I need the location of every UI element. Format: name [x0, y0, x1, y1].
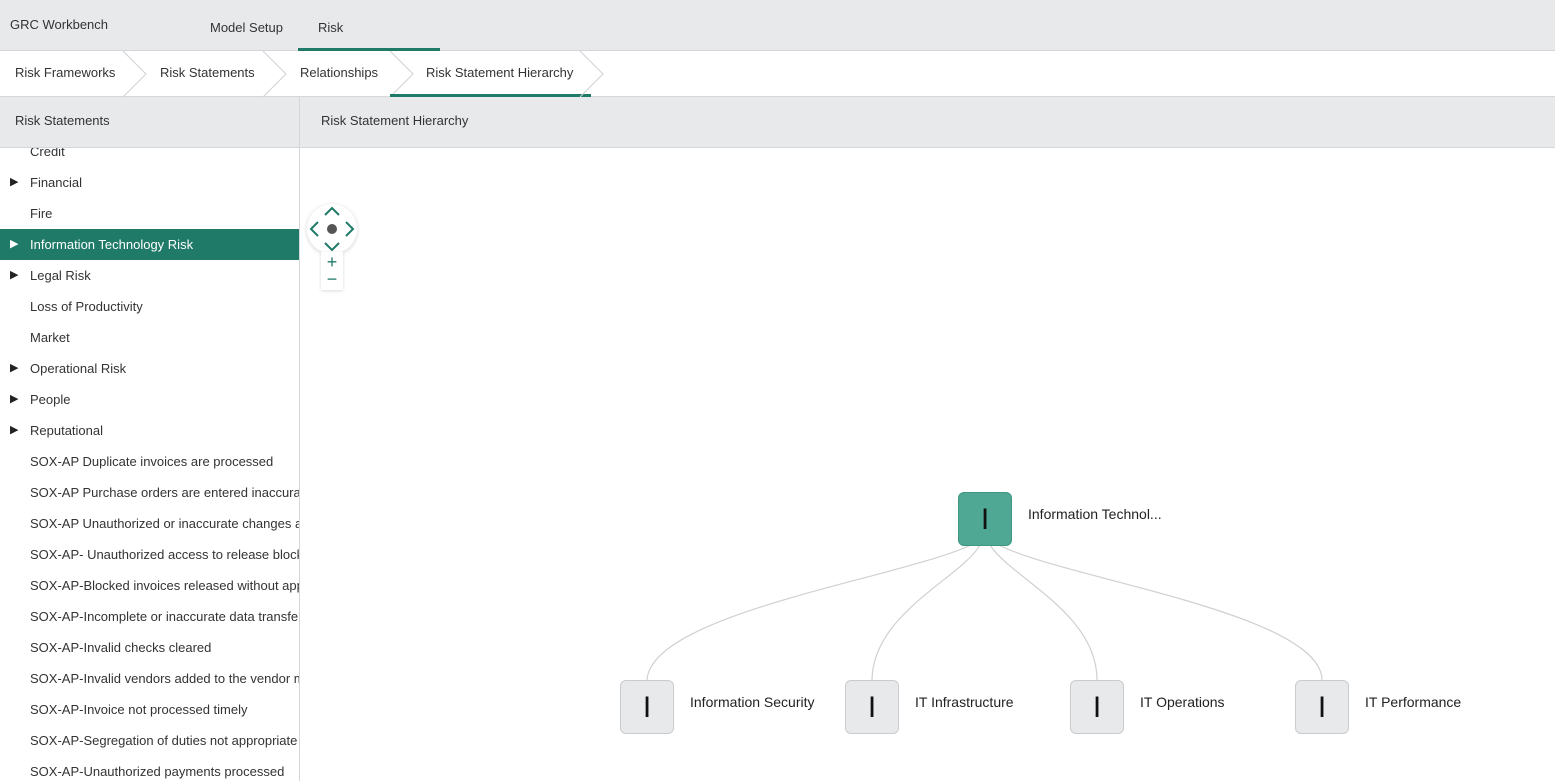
zoom-out-button[interactable]: −: [321, 270, 343, 288]
link-performance: [998, 544, 1323, 681]
list-item[interactable]: Fire: [0, 198, 299, 229]
list-item-label: Fire: [30, 206, 53, 221]
child-node-it-operations[interactable]: I: [1070, 680, 1124, 734]
list-item[interactable]: SOX-AP-Unauthorized payments processed: [0, 756, 299, 781]
list-item-label: SOX-AP-Invalid vendors added to the vend…: [30, 671, 300, 686]
pan-arrows-icon: [309, 206, 355, 252]
top-bar: GRC Workbench Model Setup Risk Dependenc…: [0, 0, 1555, 91]
list-item-label: Operational Risk: [30, 361, 127, 376]
chevron-right-icon: [579, 51, 604, 97]
child-node-information-security[interactable]: I: [620, 680, 674, 734]
triangle-right-icon[interactable]: ▶: [10, 229, 22, 260]
child-node-it-infrastructure[interactable]: I: [845, 680, 899, 734]
list-item-label: People: [30, 392, 71, 407]
list-item[interactable]: Loss of Productivity: [0, 291, 299, 322]
child-node-it-performance[interactable]: I: [1295, 680, 1349, 734]
list-item[interactable]: SOX-AP-Invoice not processed timely: [0, 694, 299, 725]
list-item[interactable]: ▶ Reputational: [0, 415, 299, 446]
list-item-label: SOX-AP-Segregation of duties not appropr…: [30, 733, 298, 748]
breadcrumb-risk-statement-hierarchy[interactable]: Risk Statement Hierarchy: [389, 51, 592, 97]
list-item-label: SOX-AP-Blocked invoices released without…: [30, 578, 300, 593]
list-item-label: Financial: [30, 175, 83, 190]
list-item-label: Information Technology Risk: [30, 237, 194, 252]
list-item[interactable]: ▶ People: [0, 384, 299, 415]
list-item-label: Reputational: [30, 423, 103, 438]
chevron-right-icon: [262, 51, 287, 97]
list-item-label: SOX-AP- Unauthorized access to release b…: [30, 547, 300, 562]
list-item[interactable]: SOX-AP-Incomplete or inaccurate data tra…: [0, 601, 300, 632]
hierarchy-links: [646, 544, 1323, 681]
risk-statement-hierarchy-header: Risk Statement Hierarchy: [300, 97, 1555, 148]
link-operations: [989, 544, 1098, 681]
list-item-label: Legal Risk: [30, 268, 91, 283]
child-node-label: Information Security: [690, 694, 815, 710]
child-node-label: IT Performance: [1365, 694, 1462, 710]
root-node[interactable]: I: [958, 492, 1012, 546]
hierarchy-graph[interactable]: + − I Information Technol... I Informati…: [301, 148, 1555, 781]
list-item[interactable]: ▶ Financial: [0, 167, 299, 198]
list-item-label: Loss of Productivity: [30, 299, 143, 314]
breadcrumb-risk-frameworks[interactable]: Risk Frameworks: [15, 51, 115, 97]
list-item-label: SOX-AP-Invoice not processed timely: [30, 702, 248, 717]
list-item[interactable]: SOX-AP- Unauthorized access to release b…: [0, 539, 300, 570]
breadcrumb: Risk Frameworks Risk Statements Relation…: [0, 51, 1555, 97]
app-title: GRC Workbench: [10, 17, 109, 32]
list-item[interactable]: SOX-AP-Blocked invoices released without…: [0, 570, 300, 601]
breadcrumb-relationships[interactable]: Relationships: [300, 51, 378, 97]
zoom-control: + −: [321, 252, 343, 290]
tab-risk-dependencies[interactable]: Risk Dependencies: [298, 0, 440, 91]
list-item[interactable]: SOX-AP-Segregation of duties not appropr…: [0, 725, 299, 756]
risk-statements-list[interactable]: Credit ▶ Financial Fire ▶ Information Technol…: [0, 148, 300, 781]
root-node-label: Information Technol...: [1028, 506, 1162, 522]
risk-statements-header: Risk Statements: [0, 97, 300, 148]
triangle-right-icon[interactable]: ▶: [10, 260, 22, 291]
list-item-label: SOX-AP Purchase orders are entered inacc…: [30, 485, 299, 500]
tab-model-setup[interactable]: Model Setup: [190, 0, 303, 51]
list-item-label: SOX-AP Unauthorized or inaccurate change…: [30, 516, 300, 531]
child-node-label: IT Operations: [1140, 694, 1225, 710]
child-node-label: IT Infrastructure: [915, 694, 1014, 710]
zoom-in-button[interactable]: +: [321, 253, 343, 271]
list-item[interactable]: ▶ Information Technology Risk: [0, 229, 299, 260]
list-item[interactable]: SOX-AP Duplicate invoices are processed: [0, 446, 299, 477]
list-item[interactable]: SOX-AP-Invalid vendors added to the vend…: [0, 663, 300, 694]
list-item-label: Credit: [30, 148, 65, 159]
triangle-right-icon[interactable]: ▶: [10, 384, 22, 415]
breadcrumb-risk-statements[interactable]: Risk Statements: [160, 51, 255, 97]
list-item[interactable]: SOX-AP Purchase orders are entered inacc…: [0, 477, 299, 508]
list-item-label: Market: [30, 330, 70, 345]
triangle-right-icon[interactable]: ▶: [10, 167, 22, 198]
list-item[interactable]: SOX-AP Unauthorized or inaccurate change…: [0, 508, 300, 539]
list-item[interactable]: Credit: [0, 148, 299, 167]
link-security: [646, 544, 972, 681]
list-item-label: SOX-AP-Incomplete or inaccurate data tra…: [30, 609, 300, 624]
list-item[interactable]: ▶ Legal Risk: [0, 260, 299, 291]
list-item[interactable]: SOX-AP-Invalid checks cleared: [0, 632, 299, 663]
list-item-label: SOX-AP Duplicate invoices are processed: [30, 454, 274, 469]
triangle-right-icon[interactable]: ▶: [10, 353, 22, 384]
list-item[interactable]: ▶ Operational Risk: [0, 353, 299, 384]
chevron-right-icon: [389, 51, 414, 97]
list-item-label: SOX-AP-Unauthorized payments processed: [30, 764, 285, 779]
chevron-right-icon: [122, 51, 147, 97]
link-infrastructure: [871, 544, 981, 681]
triangle-right-icon[interactable]: ▶: [10, 415, 22, 446]
pan-control[interactable]: [307, 204, 357, 254]
list-item-label: SOX-AP-Invalid checks cleared: [30, 640, 212, 655]
list-item[interactable]: Market: [0, 322, 299, 353]
